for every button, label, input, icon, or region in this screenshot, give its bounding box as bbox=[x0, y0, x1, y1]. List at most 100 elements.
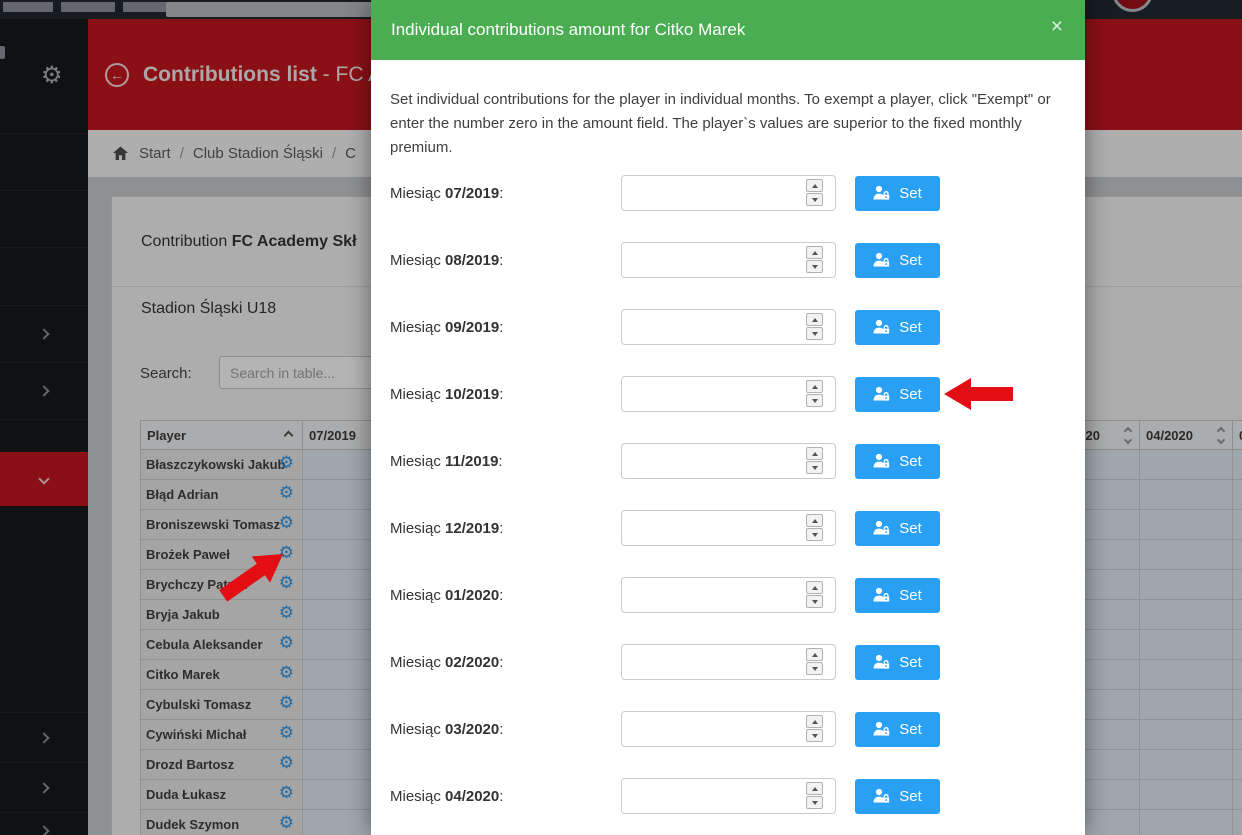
amount-input[interactable] bbox=[621, 175, 836, 211]
set-button-label: Set bbox=[899, 185, 922, 202]
month-value: 11/2019 bbox=[445, 453, 498, 470]
modal-description: Set individual contributions for the pla… bbox=[390, 88, 1068, 160]
month-row: Miesiąc 11/2019: Set bbox=[371, 443, 1085, 479]
spinner-up-icon[interactable] bbox=[806, 648, 823, 661]
number-spinner bbox=[806, 380, 823, 407]
amount-input[interactable] bbox=[621, 376, 836, 412]
user-lock-icon bbox=[873, 721, 891, 737]
month-value: 09/2019 bbox=[445, 319, 499, 336]
month-label-suffix: : bbox=[499, 252, 503, 269]
amount-input-wrap bbox=[621, 309, 836, 345]
month-value: 07/2019 bbox=[445, 185, 499, 202]
month-label-suffix: : bbox=[499, 587, 503, 604]
number-spinner bbox=[806, 782, 823, 809]
set-button[interactable]: Set bbox=[855, 578, 940, 613]
amount-input-wrap bbox=[621, 711, 836, 747]
set-button[interactable]: Set bbox=[855, 511, 940, 546]
spinner-up-icon[interactable] bbox=[806, 782, 823, 795]
set-button[interactable]: Set bbox=[855, 310, 940, 345]
month-label: Miesiąc 04/2020: bbox=[390, 788, 621, 805]
month-label-prefix: Miesiąc bbox=[390, 654, 445, 671]
amount-input-wrap bbox=[621, 376, 836, 412]
month-row: Miesiąc 03/2020: Set bbox=[371, 711, 1085, 747]
month-label: Miesiąc 08/2019: bbox=[390, 252, 621, 269]
number-spinner bbox=[806, 179, 823, 206]
set-button-label: Set bbox=[899, 319, 922, 336]
set-button[interactable]: Set bbox=[855, 645, 940, 680]
spinner-down-icon[interactable] bbox=[806, 662, 823, 675]
amount-input-wrap bbox=[621, 644, 836, 680]
month-row: Miesiąc 09/2019: Set bbox=[371, 309, 1085, 345]
set-button[interactable]: Set bbox=[855, 444, 940, 479]
amount-input[interactable] bbox=[621, 711, 836, 747]
set-button[interactable]: Set bbox=[855, 712, 940, 747]
month-row: Miesiąc 07/2019: Set bbox=[371, 175, 1085, 211]
set-button[interactable]: Set bbox=[855, 779, 940, 814]
spinner-up-icon[interactable] bbox=[806, 581, 823, 594]
amount-input[interactable] bbox=[621, 510, 836, 546]
user-lock-icon bbox=[873, 252, 891, 268]
spinner-down-icon[interactable] bbox=[806, 193, 823, 206]
month-label-prefix: Miesiąc bbox=[390, 386, 445, 403]
amount-input-wrap bbox=[621, 577, 836, 613]
spinner-down-icon[interactable] bbox=[806, 796, 823, 809]
month-row: Miesiąc 08/2019: Set bbox=[371, 242, 1085, 278]
close-icon[interactable]: × bbox=[1051, 16, 1063, 37]
spinner-down-icon[interactable] bbox=[806, 260, 823, 273]
number-spinner bbox=[806, 715, 823, 742]
spinner-up-icon[interactable] bbox=[806, 246, 823, 259]
set-button[interactable]: Set bbox=[855, 243, 940, 278]
month-label: Miesiąc 01/2020: bbox=[390, 587, 621, 604]
month-label-prefix: Miesiąc bbox=[390, 185, 445, 202]
month-label-prefix: Miesiąc bbox=[390, 788, 445, 805]
individual-contributions-modal: Individual contributions amount for Citk… bbox=[371, 0, 1085, 835]
set-button-label: Set bbox=[899, 252, 922, 269]
month-label: Miesiąc 10/2019: bbox=[390, 386, 621, 403]
amount-input[interactable] bbox=[621, 242, 836, 278]
amount-input[interactable] bbox=[621, 577, 836, 613]
month-label-suffix: : bbox=[499, 319, 503, 336]
month-label-suffix: : bbox=[499, 386, 503, 403]
number-spinner bbox=[806, 514, 823, 541]
month-label-suffix: : bbox=[499, 185, 503, 202]
spinner-up-icon[interactable] bbox=[806, 380, 823, 393]
spinner-up-icon[interactable] bbox=[806, 179, 823, 192]
spinner-down-icon[interactable] bbox=[806, 461, 823, 474]
month-row: Miesiąc 02/2020: Set bbox=[371, 644, 1085, 680]
number-spinner bbox=[806, 648, 823, 675]
set-button[interactable]: Set bbox=[855, 377, 940, 412]
month-rows: Miesiąc 07/2019: Set Miesiąc 08/2019: bbox=[371, 175, 1085, 814]
spinner-up-icon[interactable] bbox=[806, 313, 823, 326]
number-spinner bbox=[806, 581, 823, 608]
spinner-down-icon[interactable] bbox=[806, 729, 823, 742]
month-value: 02/2020 bbox=[445, 654, 499, 671]
spinner-down-icon[interactable] bbox=[806, 394, 823, 407]
amount-input[interactable] bbox=[621, 443, 836, 479]
spinner-down-icon[interactable] bbox=[806, 327, 823, 340]
spinner-up-icon[interactable] bbox=[806, 715, 823, 728]
spinner-up-icon[interactable] bbox=[806, 447, 823, 460]
spinner-down-icon[interactable] bbox=[806, 528, 823, 541]
amount-input-wrap bbox=[621, 242, 836, 278]
annotation-arrow-set-button bbox=[943, 377, 1015, 412]
amount-input[interactable] bbox=[621, 309, 836, 345]
amount-input-wrap bbox=[621, 778, 836, 814]
set-button[interactable]: Set bbox=[855, 176, 940, 211]
spinner-up-icon[interactable] bbox=[806, 514, 823, 527]
month-value: 08/2019 bbox=[445, 252, 499, 269]
month-label: Miesiąc 03/2020: bbox=[390, 721, 621, 738]
month-label-prefix: Miesiąc bbox=[390, 520, 445, 537]
spinner-down-icon[interactable] bbox=[806, 595, 823, 608]
user-lock-icon bbox=[873, 386, 891, 402]
amount-input[interactable] bbox=[621, 644, 836, 680]
set-button-label: Set bbox=[899, 453, 922, 470]
set-button-label: Set bbox=[899, 654, 922, 671]
month-label: Miesiąc 02/2020: bbox=[390, 654, 621, 671]
set-button-label: Set bbox=[899, 788, 922, 805]
month-value: 10/2019 bbox=[445, 386, 499, 403]
month-label-suffix: : bbox=[499, 520, 503, 537]
user-lock-icon bbox=[873, 185, 891, 201]
user-lock-icon bbox=[873, 654, 891, 670]
user-lock-icon bbox=[873, 453, 891, 469]
amount-input[interactable] bbox=[621, 778, 836, 814]
